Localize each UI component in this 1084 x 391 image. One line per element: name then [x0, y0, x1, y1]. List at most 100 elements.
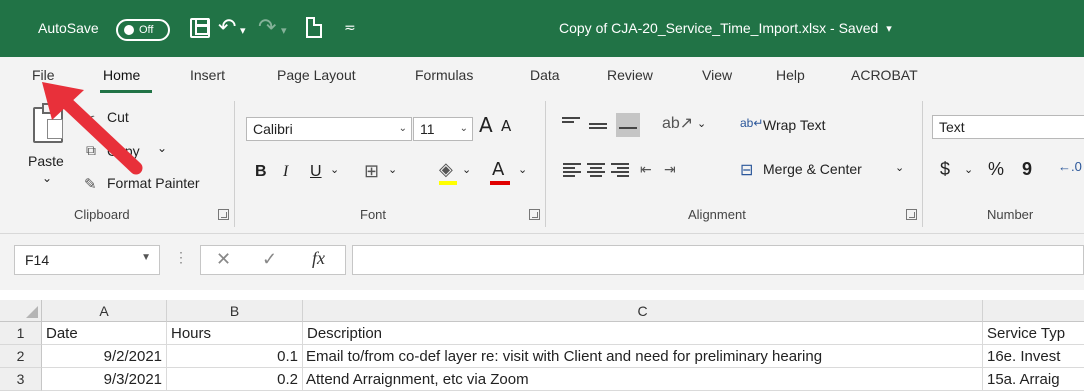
bold-button[interactable]: B [255, 163, 267, 181]
merge-center-button[interactable]: Merge & Center [763, 161, 862, 177]
orientation-icon[interactable]: ab↗ [662, 113, 693, 133]
ribbon-tabs: File Home Insert Page Layout Formulas Da… [0, 57, 1084, 97]
percent-button[interactable]: % [988, 159, 1004, 180]
borders-dropdown-icon[interactable]: ⌄ [388, 163, 397, 176]
font-size-value: 11 [420, 121, 435, 137]
cell[interactable]: Service Typ [983, 322, 1084, 345]
align-left-icon[interactable] [563, 161, 581, 179]
fill-color-swatch [439, 181, 457, 185]
cell[interactable]: 0.1 [167, 345, 303, 368]
tab-insert[interactable]: Insert [190, 67, 225, 83]
alignment-group-label: Alignment [688, 207, 746, 222]
insert-function-icon[interactable]: fx [312, 248, 325, 269]
top-align-icon[interactable] [562, 115, 580, 129]
merge-dropdown-icon[interactable]: ⌄ [895, 161, 904, 174]
row-header[interactable]: 1 [0, 322, 42, 345]
cell[interactable]: Date [42, 322, 167, 345]
font-launcher-icon[interactable] [529, 209, 540, 220]
grow-font-icon[interactable]: A [479, 113, 493, 137]
copy-dropdown-icon[interactable]: ⌄ [157, 141, 167, 155]
customize-toolbar-icon[interactable]: ≂ [344, 19, 356, 36]
tab-acrobat[interactable]: ACROBAT [851, 67, 918, 83]
select-all-corner[interactable] [0, 300, 42, 322]
cell[interactable]: Hours [167, 322, 303, 345]
middle-align-icon[interactable] [589, 117, 607, 131]
document-title-text: Copy of CJA-20_Service_Time_Import.xlsx … [559, 20, 879, 36]
increase-decimal-icon[interactable]: ←.0 [1058, 159, 1082, 174]
tab-formulas[interactable]: Formulas [415, 67, 473, 83]
underline-button[interactable]: U [310, 163, 322, 181]
cell[interactable]: Attend Arraignment, etc via Zoom [303, 368, 983, 391]
tab-help[interactable]: Help [776, 67, 805, 83]
cancel-icon[interactable]: ✕ [216, 249, 231, 270]
tab-data[interactable]: Data [530, 67, 560, 83]
autosave-toggle[interactable]: Off [116, 19, 170, 41]
comma-style-button[interactable]: 9 [1022, 159, 1032, 180]
borders-icon[interactable]: ⊞ [364, 161, 379, 182]
name-box-value: F14 [25, 252, 50, 268]
shrink-font-icon[interactable]: A [501, 117, 511, 135]
number-format-value: Text [939, 119, 965, 135]
align-center-icon[interactable] [587, 161, 605, 179]
formula-input[interactable] [352, 245, 1084, 275]
wrap-text-button[interactable]: Wrap Text [763, 117, 826, 133]
currency-button[interactable]: $ [940, 159, 950, 180]
enter-icon[interactable]: ✓ [262, 249, 277, 270]
orientation-dropdown-icon[interactable]: ⌄ [697, 117, 706, 130]
autosave-label: AutoSave [38, 20, 99, 36]
currency-dropdown-icon[interactable]: ⌄ [964, 163, 973, 176]
fill-color-icon[interactable]: ◈ [439, 159, 453, 180]
redo-icon[interactable]: ↷ [258, 14, 276, 40]
cell[interactable]: 16e. Invest [983, 345, 1084, 368]
cell[interactable]: Description [303, 322, 983, 345]
title-bar: AutoSave Off ↶ ▾ ↷ ▾ ≂ Copy of CJA-20_Se… [0, 0, 1084, 57]
tab-page-layout[interactable]: Page Layout [277, 67, 356, 83]
row-header[interactable]: 2 [0, 345, 42, 368]
underline-dropdown-icon[interactable]: ⌄ [330, 163, 339, 176]
font-color-dropdown-icon[interactable]: ⌄ [518, 163, 527, 176]
bottom-align-icon[interactable] [616, 113, 640, 137]
group-separator [922, 101, 923, 227]
cell[interactable]: 15a. Arraig [983, 368, 1084, 391]
column-header-a[interactable]: A [42, 300, 167, 322]
chevron-down-icon: ⌄ [398, 123, 407, 134]
tab-view[interactable]: View [702, 67, 732, 83]
merge-center-icon[interactable]: ⊟ [740, 160, 753, 180]
alignment-launcher-icon[interactable] [906, 209, 917, 220]
fill-color-dropdown-icon[interactable]: ⌄ [462, 163, 471, 176]
number-format-select[interactable]: Text [932, 115, 1084, 139]
clipboard-group-label: Clipboard [74, 207, 130, 222]
align-right-icon[interactable] [611, 161, 629, 179]
cell[interactable]: 9/2/2021 [42, 345, 167, 368]
clipboard-launcher-icon[interactable] [218, 209, 229, 220]
tab-review[interactable]: Review [607, 67, 653, 83]
column-header-d[interactable] [983, 300, 1084, 322]
document-title[interactable]: Copy of CJA-20_Service_Time_Import.xlsx … [559, 20, 892, 36]
chevron-down-icon[interactable]: ▼ [141, 252, 151, 263]
column-header-b[interactable]: B [167, 300, 303, 322]
undo-dropdown-icon[interactable]: ▾ [240, 24, 246, 37]
cell[interactable]: Email to/from co-def layer re: visit wit… [303, 345, 983, 368]
red-arrow-annotation-icon [42, 82, 143, 175]
new-document-icon[interactable] [306, 17, 322, 38]
cell[interactable]: 9/3/2021 [42, 368, 167, 391]
italic-button[interactable]: I [283, 163, 288, 181]
column-header-c[interactable]: C [303, 300, 983, 322]
name-box[interactable]: F14 ▼ [14, 245, 160, 275]
cell[interactable]: 0.2 [167, 368, 303, 391]
increase-indent-icon[interactable]: ⇥ [664, 161, 676, 178]
row-header[interactable]: 3 [0, 368, 42, 391]
font-name-value: Calibri [253, 121, 293, 137]
font-name-select[interactable]: Calibri ⌄ [246, 117, 412, 141]
decrease-indent-icon[interactable]: ⇤ [640, 161, 652, 178]
save-icon[interactable] [190, 18, 210, 38]
wrap-text-icon[interactable]: ab↵ [740, 116, 763, 130]
font-color-icon[interactable]: A [492, 159, 504, 180]
toggle-knob [124, 25, 134, 35]
redo-dropdown-icon[interactable]: ▾ [281, 24, 287, 37]
undo-icon[interactable]: ↶ [218, 14, 236, 40]
font-size-select[interactable]: 11 ⌄ [413, 117, 473, 141]
font-color-swatch [490, 181, 510, 185]
font-group-label: Font [360, 207, 387, 222]
formula-bar-splitter-icon[interactable]: ⋮ [174, 249, 188, 266]
